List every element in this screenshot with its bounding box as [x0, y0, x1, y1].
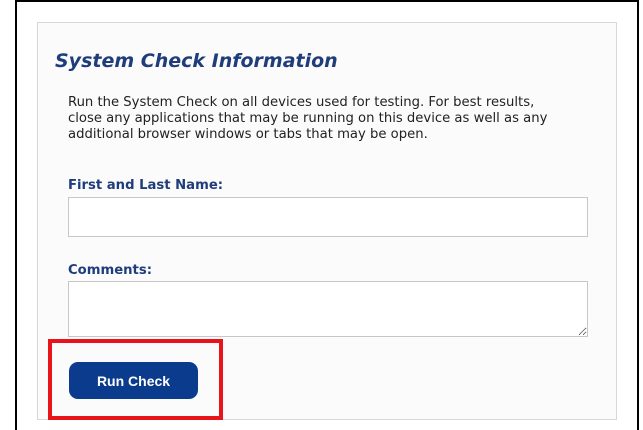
run-check-button[interactable]: Run Check — [69, 362, 198, 399]
panel-title: System Check Information — [55, 50, 338, 72]
name-field-label: First and Last Name: — [68, 178, 224, 193]
comments-field-label: Comments: — [68, 263, 152, 278]
name-field[interactable] — [68, 197, 588, 237]
comments-field[interactable] — [68, 281, 588, 337]
panel-description: Run the System Check on all devices used… — [68, 95, 548, 142]
